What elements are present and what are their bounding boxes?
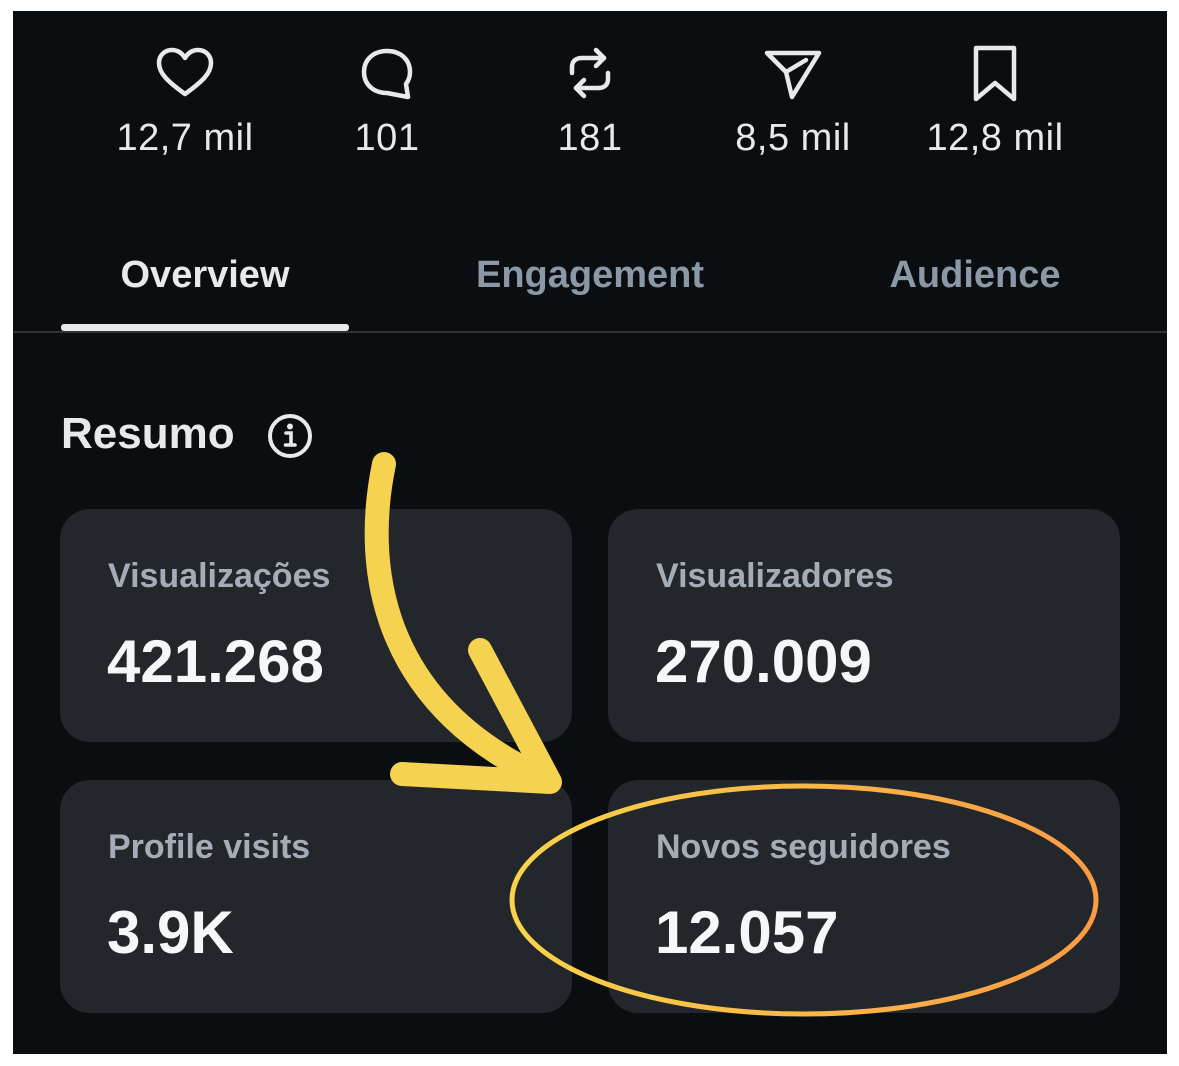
card-value: 270.009 [655, 628, 872, 695]
info-icon[interactable] [266, 412, 314, 460]
reposts-count: 181 [557, 117, 623, 159]
profile-visits-card: Profile visits 3.9K [60, 780, 572, 1013]
shares-stat[interactable]: 8,5 mil [693, 41, 893, 160]
likes-count: 12,7 mil [116, 117, 254, 159]
reposts-stat[interactable]: 181 [490, 41, 690, 160]
new-followers-card: Novos seguidores 12.057 [608, 780, 1120, 1013]
card-label: Visualizações [108, 557, 331, 595]
tab-audience[interactable]: Audience [785, 254, 1165, 297]
bookmarks-stat[interactable]: 12,8 mil [895, 41, 1095, 160]
shares-count: 8,5 mil [735, 117, 851, 159]
views-card: Visualizações 421.268 [60, 509, 572, 742]
tabs-divider [13, 331, 1167, 333]
card-value: 3.9K [107, 899, 234, 966]
card-label: Visualizadores [656, 557, 894, 595]
replies-stat[interactable]: 101 [287, 41, 487, 160]
bookmarks-count: 12,8 mil [926, 117, 1064, 159]
card-label: Novos seguidores [656, 828, 951, 866]
tab-engagement[interactable]: Engagement [400, 254, 780, 297]
replies-count: 101 [354, 117, 420, 159]
card-value: 12.057 [655, 899, 839, 966]
heart-icon [153, 41, 217, 105]
likes-stat[interactable]: 12,7 mil [85, 41, 285, 160]
card-label: Profile visits [108, 828, 311, 866]
post-stats-bar: 12,7 mil 101 181 8,5 mil 12,8 mil [13, 11, 1167, 201]
tab-overview[interactable]: Overview [15, 254, 395, 297]
card-value: 421.268 [107, 628, 324, 695]
reply-icon [355, 41, 419, 105]
section-title: Resumo [61, 409, 235, 458]
repost-icon [558, 41, 622, 105]
analytics-tabs: Overview Engagement Audience [13, 236, 1167, 332]
viewers-card: Visualizadores 270.009 [608, 509, 1120, 742]
active-tab-indicator [61, 324, 349, 331]
post-analytics-panel: 12,7 mil 101 181 8,5 mil 12,8 mil Overvi… [13, 11, 1167, 1054]
send-icon [761, 41, 825, 105]
bookmark-icon [963, 41, 1027, 105]
